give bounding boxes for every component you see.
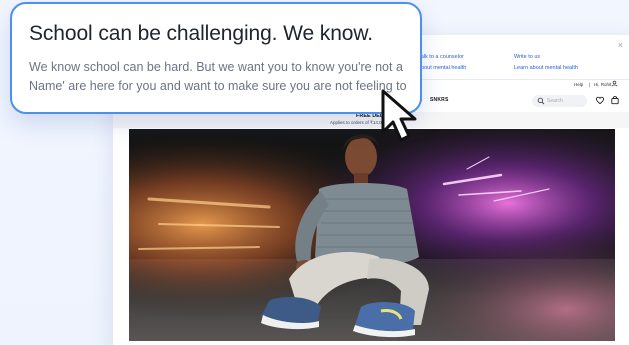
search-placeholder: Search (547, 98, 563, 104)
heart-icon[interactable] (595, 95, 605, 105)
search-input[interactable]: Search (532, 95, 587, 107)
topbar-separator: | (589, 82, 591, 87)
bag-icon[interactable] (610, 95, 620, 105)
callout-body-line-2: Name' are here for you and want to make … (29, 79, 407, 93)
callout-title: School can be challenging. We know. (29, 22, 374, 45)
write-to-us-link[interactable]: Write to us (514, 54, 540, 60)
callout-bubble: School can be challenging. We know. We k… (10, 2, 422, 114)
screenshot-stage: Talk to a counselor about mental health … (0, 0, 629, 345)
hero-image[interactable] (129, 129, 615, 341)
help-link[interactable]: Help (574, 82, 583, 87)
close-icon[interactable]: × (618, 40, 623, 50)
promo-banner: FREE DELIVERY Applies to orders of ₹14,0… (113, 112, 629, 128)
callout-body-line-1: We know school can be hard. But we want … (29, 60, 403, 74)
callout-body: We know school can be hard. But we want … (29, 58, 407, 96)
snkrs-link[interactable]: SNKRS (430, 97, 449, 103)
talk-to-counselor-link[interactable]: Talk to a counselor (418, 54, 464, 60)
user-icon[interactable] (611, 80, 618, 87)
user-greeting[interactable]: Hi, Rohit (594, 82, 611, 87)
mouse-cursor-icon (381, 89, 417, 142)
hero-photo (129, 129, 615, 341)
learn-mental-health-link[interactable]: Learn about mental health (514, 65, 578, 71)
mental-health-link-1[interactable]: about mental health (418, 65, 466, 71)
search-icon (537, 97, 545, 105)
